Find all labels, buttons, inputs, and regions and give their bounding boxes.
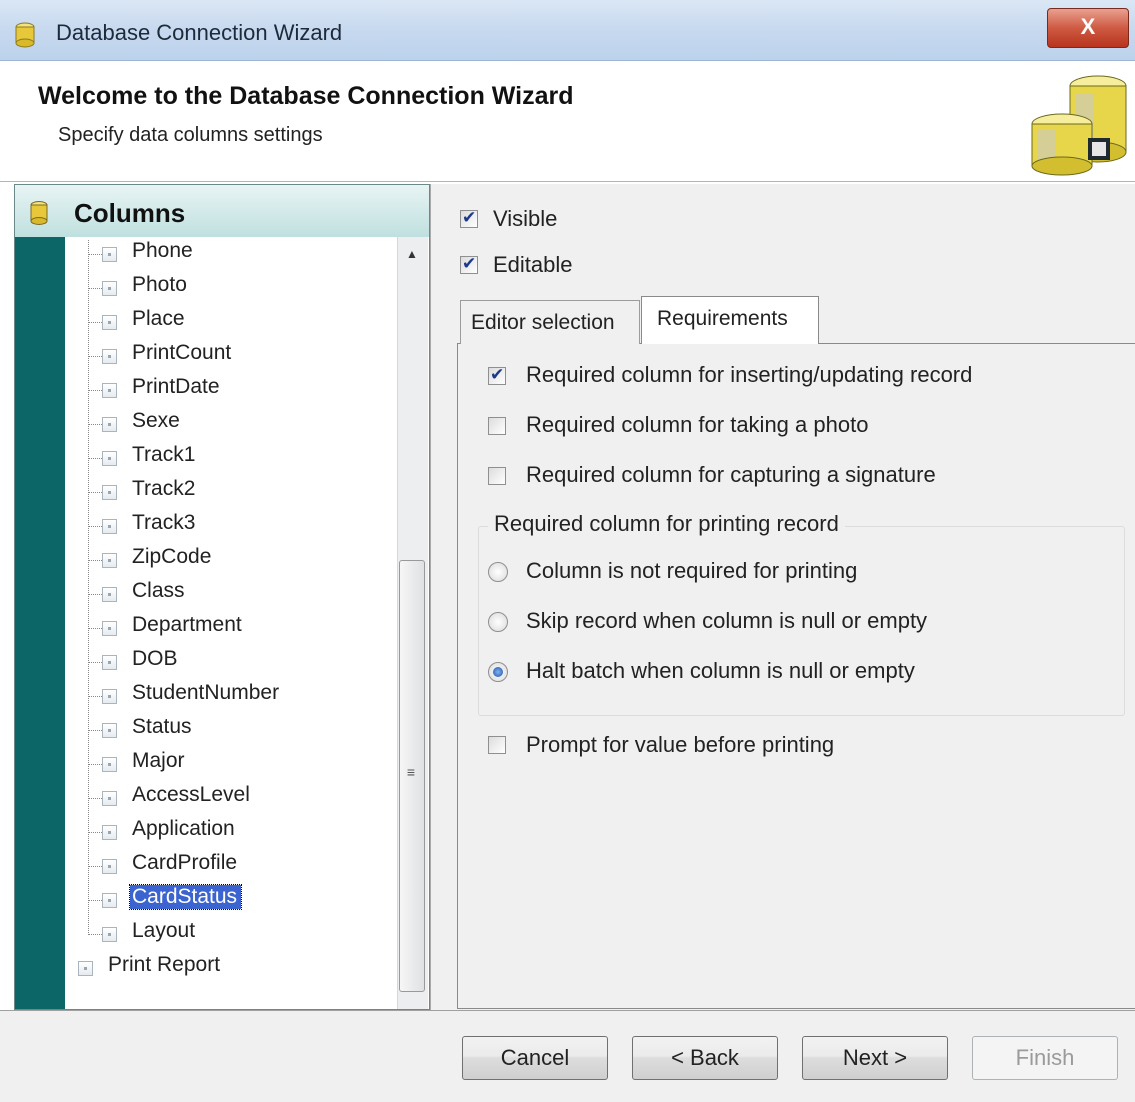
node-icon (102, 349, 117, 364)
required-signature-label: Required column for capturing a signatur… (526, 462, 936, 487)
grip-icon: ≡ (406, 764, 416, 780)
node-icon (78, 961, 93, 976)
tree-item-cardstatus[interactable]: CardStatus (66, 883, 396, 917)
back-button[interactable]: < Back (632, 1036, 778, 1080)
tree-item-studentnumber[interactable]: StudentNumber (66, 679, 396, 713)
page-subtitle: Specify data columns settings (58, 124, 323, 146)
tree-item-printcount[interactable]: PrintCount (66, 339, 396, 373)
required-insert-update-checkbox[interactable] (488, 365, 506, 385)
tab-requirements[interactable]: Requirements (641, 296, 819, 344)
close-button[interactable]: X (1047, 8, 1129, 48)
finish-button[interactable]: Finish (972, 1036, 1118, 1080)
required-insert-update-label: Required column for inserting/updating r… (526, 362, 973, 387)
column-tree[interactable]: Phone Photo Place PrintCount PrintDate S… (66, 237, 396, 1009)
visible-label: Visible (493, 206, 558, 231)
tree-connector (88, 240, 89, 933)
cancel-button[interactable]: Cancel (462, 1036, 608, 1080)
radio-not-required-label: Column is not required for printing (526, 558, 858, 583)
tab-editor-selection[interactable]: Editor selection (460, 300, 640, 344)
node-icon (102, 621, 117, 636)
radio-skip-record[interactable] (488, 612, 508, 632)
tree-item-track3[interactable]: Track3 (66, 509, 396, 543)
prompt-before-printing-label: Prompt for value before printing (526, 732, 835, 757)
required-signature-checkbox[interactable] (488, 467, 506, 485)
radio-not-required[interactable] (488, 562, 508, 582)
sidebar-strip (15, 185, 65, 1009)
tree-item-accesslevel[interactable]: AccessLevel (66, 781, 396, 815)
tree-item-department[interactable]: Department (66, 611, 396, 645)
tree-item-sexe[interactable]: Sexe (66, 407, 396, 441)
tree-item-track1[interactable]: Track1 (66, 441, 396, 475)
scroll-up-icon[interactable]: ▲ (397, 240, 427, 268)
node-icon (102, 315, 117, 330)
required-photo-label: Required column for taking a photo (526, 412, 869, 437)
database-app-icon (15, 22, 35, 48)
node-icon (102, 655, 117, 670)
visible-checkbox[interactable] (460, 208, 478, 228)
tree-item-zipcode[interactable]: ZipCode (66, 543, 396, 577)
tree-item-print-report[interactable]: Print Report (66, 951, 396, 985)
node-icon (102, 383, 117, 398)
window-title: Database Connection Wizard (56, 20, 343, 45)
node-icon (102, 825, 117, 840)
node-icon (102, 587, 117, 602)
node-icon (102, 281, 117, 296)
radio-skip-record-label: Skip record when column is null or empty (526, 608, 928, 633)
editable-checkbox[interactable] (460, 254, 478, 274)
required-photo-checkbox[interactable] (488, 417, 506, 435)
wizard-header (0, 61, 1135, 182)
page-title: Welcome to the Database Connection Wizar… (38, 82, 574, 110)
tree-item-cardprofile[interactable]: CardProfile (66, 849, 396, 883)
node-icon (102, 417, 117, 432)
node-icon (102, 791, 117, 806)
radio-halt-batch-label: Halt batch when column is null or empty (526, 658, 915, 683)
node-icon (102, 519, 117, 534)
tree-item-dob[interactable]: DOB (66, 645, 396, 679)
node-icon (102, 757, 117, 772)
columns-title: Columns (74, 198, 186, 228)
radio-halt-batch[interactable] (488, 662, 508, 682)
editable-label: Editable (493, 252, 573, 277)
tree-item-track2[interactable]: Track2 (66, 475, 396, 509)
tree-item-class[interactable]: Class (66, 577, 396, 611)
node-icon (102, 927, 117, 942)
database-icon (1031, 75, 1127, 176)
next-button[interactable]: Next > (802, 1036, 948, 1080)
node-icon (102, 451, 117, 466)
node-icon (102, 859, 117, 874)
node-icon (102, 247, 117, 262)
columns-icon (30, 201, 48, 225)
tree-item-photo[interactable]: Photo (66, 271, 396, 305)
tree-item-phone[interactable]: Phone (66, 237, 396, 271)
tree-item-printdate[interactable]: PrintDate (66, 373, 396, 407)
node-icon (102, 689, 117, 704)
tree-item-application[interactable]: Application (66, 815, 396, 849)
node-icon (102, 893, 117, 908)
printing-group-title: Required column for printing record (488, 511, 845, 537)
node-icon (102, 553, 117, 568)
tree-item-status[interactable]: Status (66, 713, 396, 747)
tree-item-place[interactable]: Place (66, 305, 396, 339)
prompt-before-printing-checkbox[interactable] (488, 736, 506, 754)
node-icon (102, 723, 117, 738)
tree-item-major[interactable]: Major (66, 747, 396, 781)
tree-item-layout[interactable]: Layout (66, 917, 396, 951)
node-icon (102, 485, 117, 500)
